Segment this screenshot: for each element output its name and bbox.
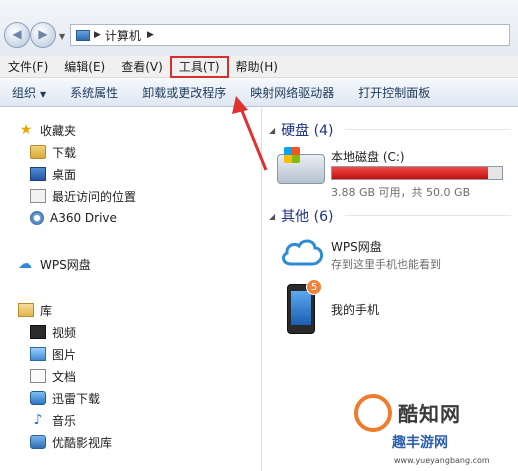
back-arrow-icon: ◀ [12,27,22,41]
my-phone-name: 我的手机 [331,303,380,317]
thunder-download-icon [30,391,46,405]
nav-item-label: 最近访问的位置 [52,189,137,204]
nav-item-documents[interactable]: 文档 [30,366,76,386]
nav-item-label: 桌面 [52,167,77,182]
picture-icon [30,347,46,361]
forward-arrow-icon: ▶ [38,27,48,41]
video-icon [30,325,46,339]
youku-library-icon [30,435,46,449]
nav-item-videos[interactable]: 视频 [30,322,76,342]
breadcrumb-computer[interactable]: 计算机 [105,27,141,44]
divider [345,215,511,216]
group-header-disks[interactable]: ◢ 硬盘 (4) [269,120,333,140]
menu-file[interactable]: 文件(F) [0,57,56,77]
menu-view[interactable]: 查看(V) [113,57,171,77]
menu-edit[interactable]: 编辑(E) [56,57,113,77]
nav-item-label: 迅雷下载 [52,391,101,406]
drive-name: 本地磁盘 (C:) [331,150,405,164]
nav-library-label: 库 [40,303,53,318]
library-icon [18,303,34,317]
nav-item-downloads[interactable]: 下载 [30,142,76,162]
document-icon [30,369,46,383]
windows-logo-icon [284,147,300,163]
nav-item-label: 下载 [52,145,77,160]
menu-help[interactable]: 帮助(H) [228,57,286,77]
wps-cloud-description: 存到这里手机也能看到 [331,258,441,271]
hard-drive-icon [277,147,325,184]
phone-screen [291,291,311,325]
nav-item-music[interactable]: ♪ 音乐 [30,410,76,430]
forward-button[interactable]: ▶ [30,22,56,48]
watermark-url: www.yueyangbang.com [394,456,490,465]
history-dropdown-icon[interactable]: ▼ [59,32,65,41]
breadcrumb-chevron-icon[interactable]: ▶ [94,30,101,40]
nav-item-youku[interactable]: 优酷影视库 [30,432,112,452]
wps-cloud-name: WPS网盘 [331,240,382,254]
nav-item-recent[interactable]: 最近访问的位置 [30,186,136,206]
menu-bar: 文件(F) 编辑(E) 查看(V) 工具(T) 帮助(H) [0,55,518,78]
phone-badge: 5 [306,279,322,295]
group-header-other[interactable]: ◢ 其他 (6) [269,206,333,226]
nav-item-desktop[interactable]: 桌面 [30,164,76,184]
downloads-folder-icon [30,145,46,159]
collapse-triangle-icon: ◢ [269,211,276,221]
divider [345,129,511,130]
address-toolbar: ◀ ▶ ▼ ▶ 计算机 ▶ [0,0,518,56]
group-header-label: 其他 (6) [281,209,334,225]
desktop-icon [30,167,46,181]
breadcrumb-chevron-icon[interactable]: ▶ [147,30,154,40]
drive-usage-bar [331,166,503,180]
nav-item-label: 文档 [52,369,77,384]
nav-favorites[interactable]: ★ 收藏夹 [18,120,76,140]
group-header-label: 硬盘 (4) [281,123,334,139]
nav-item-pictures[interactable]: 图片 [30,344,76,364]
watermark: 酷知网 趣丰游网 www.yueyangbang.com [350,390,518,471]
recent-places-icon [30,189,46,203]
organize-label: 组织 [12,86,37,100]
address-bar[interactable]: ▶ 计算机 ▶ [70,24,510,46]
phone-icon: 5 [287,279,322,334]
map-network-drive-button[interactable]: 映射网络驱动器 [238,84,346,101]
organize-button[interactable]: 组织 ▼ [0,84,58,101]
nav-item-label: 图片 [52,347,77,362]
open-control-panel-button[interactable]: 打开控制面板 [346,84,442,101]
watermark-logo-icon [354,394,392,432]
menu-tools[interactable]: 工具(T) [169,55,229,78]
navigation-pane: ★ 收藏夹 下载 桌面 最近访问的位置 A360 Drive ☁ WPS网盘 库… [0,108,262,471]
back-button[interactable]: ◀ [4,22,30,48]
dropdown-arrow-icon: ▼ [40,90,47,99]
drive-free-space: 3.88 GB 可用，共 50.0 GB [331,186,471,199]
uninstall-program-button[interactable]: 卸载或更改程序 [130,84,238,101]
cloud-icon: ☁ [18,256,32,272]
star-icon: ★ [19,122,33,138]
nav-item-label: 视频 [52,325,77,340]
system-properties-button[interactable]: 系统属性 [58,84,130,101]
a360-drive-icon [30,211,44,225]
nav-item-thunder[interactable]: 迅雷下载 [30,388,100,408]
nav-item-label: 优酷影视库 [52,435,113,450]
nav-item-label: 音乐 [52,413,77,428]
computer-icon [76,29,90,41]
nav-wps-cloud[interactable]: ☁ WPS网盘 [18,254,91,274]
nav-item-label: A360 Drive [50,211,117,225]
nav-favorites-label: 收藏夹 [40,123,77,138]
watermark-brand-secondary: 趣丰游网 [392,435,448,451]
nav-item-a360[interactable]: A360 Drive [30,208,117,228]
collapse-triangle-icon: ◢ [269,125,276,135]
nav-wps-label: WPS网盘 [40,257,91,272]
wps-cloud-icon [282,239,324,266]
drive-usage-fill [332,167,489,179]
command-bar: 组织 ▼ 系统属性 卸载或更改程序 映射网络驱动器 打开控制面板 [0,79,518,107]
nav-library[interactable]: 库 [18,300,52,320]
music-note-icon: ♪ [33,412,43,428]
watermark-brand: 酷知网 [398,402,461,426]
